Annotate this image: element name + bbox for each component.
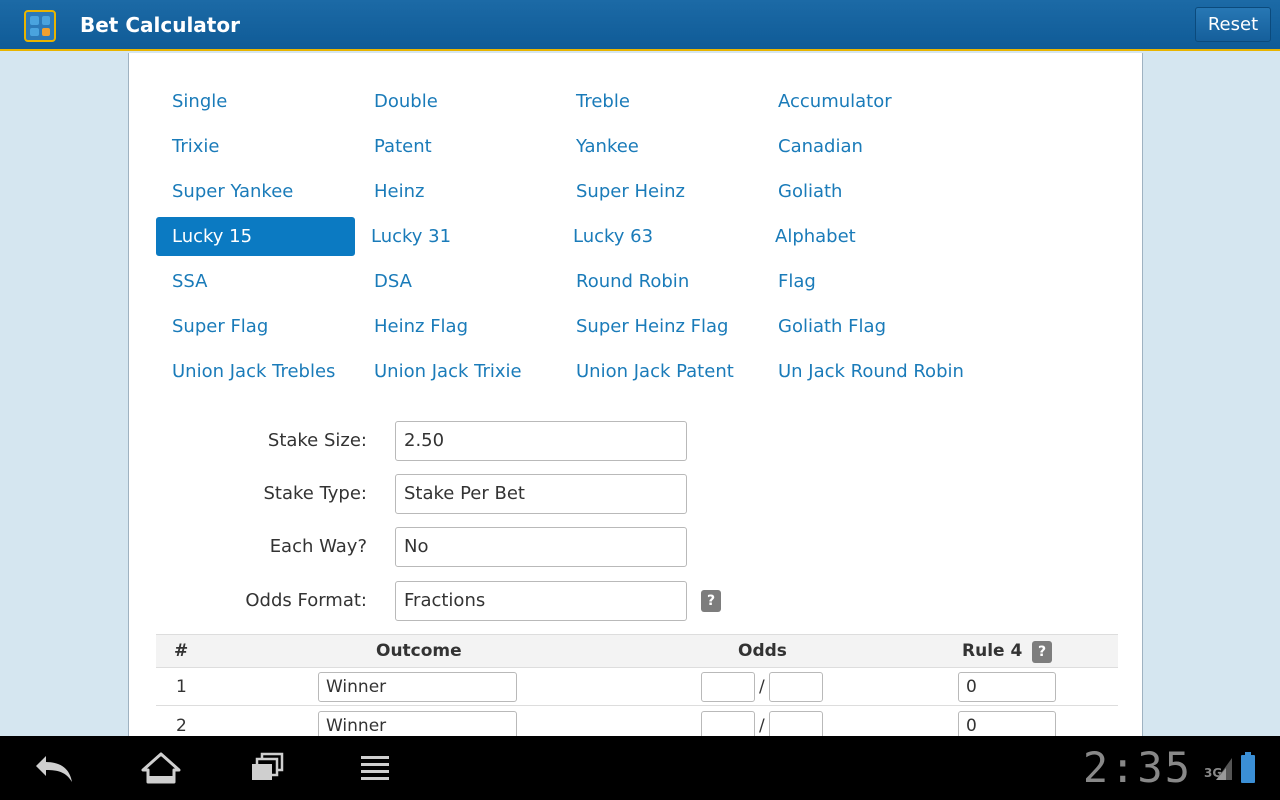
bet-type-option[interactable]: Union Jack Patent	[560, 352, 762, 391]
table-row: 2 Winner / 0	[156, 707, 1118, 736]
each-way-select[interactable]: No	[395, 527, 687, 567]
bet-type-option[interactable]: Round Robin	[560, 262, 762, 301]
odds-separator: /	[759, 716, 765, 736]
recent-apps-icon[interactable]	[246, 750, 290, 786]
bet-type-option[interactable]: Single	[156, 82, 358, 121]
odds-separator: /	[759, 677, 765, 697]
action-bar: Bet Calculator Reset	[0, 0, 1280, 51]
bet-type-option[interactable]: Flag	[762, 262, 964, 301]
signal-strength-icon	[1216, 758, 1232, 780]
bet-type-row: SSA DSA Round Robin Flag	[156, 262, 986, 307]
bet-type-option[interactable]: Heinz	[358, 172, 560, 211]
bet-type-option[interactable]: Alphabet	[759, 217, 961, 256]
system-navigation-bar: 2:35 3G	[0, 736, 1280, 800]
bet-type-option[interactable]: DSA	[358, 262, 560, 301]
rule4-help-icon[interactable]: ?	[1032, 641, 1052, 663]
bet-type-option[interactable]: Super Heinz	[560, 172, 762, 211]
stake-size-label: Stake Size:	[267, 430, 367, 451]
bet-type-row: Trixie Patent Yankee Canadian	[156, 127, 986, 172]
column-header-number: #	[174, 641, 189, 661]
odds-numerator-input[interactable]	[701, 672, 755, 702]
odds-format-row: Odds Format: Fractions ?	[129, 581, 829, 621]
bet-type-option[interactable]: Double	[358, 82, 560, 121]
column-header-outcome: Outcome	[376, 641, 462, 661]
bet-type-option[interactable]: Goliath	[762, 172, 964, 211]
bet-type-option[interactable]: Yankee	[560, 127, 762, 166]
bet-type-option[interactable]: Un Jack Round Robin	[762, 352, 964, 391]
each-way-row: Each Way? No	[129, 527, 829, 567]
reset-button[interactable]: Reset	[1195, 7, 1271, 42]
bet-type-option[interactable]: SSA	[156, 262, 358, 301]
column-header-rule4: Rule 4	[962, 641, 1023, 661]
odds-denominator-input[interactable]	[769, 711, 823, 736]
row-number: 2	[176, 716, 187, 736]
battery-icon	[1241, 752, 1255, 783]
stake-size-input[interactable]: 2.50	[395, 421, 687, 461]
calculator-app-icon[interactable]	[24, 10, 56, 42]
each-way-label: Each Way?	[269, 536, 367, 557]
odds-denominator-input[interactable]	[769, 672, 823, 702]
bet-type-option[interactable]: Canadian	[762, 127, 964, 166]
outcome-select[interactable]: Winner	[318, 711, 517, 736]
outcome-select[interactable]: Winner	[318, 672, 517, 702]
stake-type-select[interactable]: Stake Per Bet	[395, 474, 687, 514]
bet-type-option[interactable]: Super Heinz Flag	[560, 307, 762, 346]
odds-format-help-icon[interactable]: ?	[701, 590, 721, 612]
row-number: 1	[176, 677, 187, 697]
bet-type-option[interactable]: Lucky 15	[156, 217, 355, 256]
bet-type-grid: Single Double Treble Accumulator Trixie …	[156, 82, 986, 397]
back-icon[interactable]	[32, 750, 76, 786]
stake-type-label: Stake Type:	[263, 483, 368, 504]
table-row: 1 Winner / 0	[156, 668, 1118, 706]
bet-type-option[interactable]: Heinz Flag	[358, 307, 560, 346]
bet-type-row: Super Yankee Heinz Super Heinz Goliath	[156, 172, 986, 217]
bet-type-row: Lucky 15 Lucky 31 Lucky 63 Alphabet	[156, 217, 986, 262]
app-title: Bet Calculator	[80, 13, 240, 37]
odds-format-select[interactable]: Fractions	[395, 581, 687, 621]
bet-type-row: Super Flag Heinz Flag Super Heinz Flag G…	[156, 307, 986, 352]
bet-type-option[interactable]: Patent	[358, 127, 560, 166]
bet-type-row: Single Double Treble Accumulator	[156, 82, 986, 127]
rule4-input[interactable]: 0	[958, 711, 1056, 736]
column-header-odds: Odds	[738, 641, 787, 661]
bet-type-option[interactable]: Union Jack Trixie	[358, 352, 560, 391]
home-icon[interactable]	[139, 750, 183, 786]
bet-type-option[interactable]: Goliath Flag	[762, 307, 964, 346]
bet-type-option[interactable]: Lucky 63	[557, 217, 759, 256]
bet-type-option[interactable]: Accumulator	[762, 82, 964, 121]
rule4-input[interactable]: 0	[958, 672, 1056, 702]
bet-type-option[interactable]: Super Flag	[156, 307, 358, 346]
content-panel: Single Double Treble Accumulator Trixie …	[128, 53, 1143, 736]
menu-icon[interactable]	[353, 750, 397, 786]
odds-numerator-input[interactable]	[701, 711, 755, 736]
bet-type-option[interactable]: Lucky 31	[355, 217, 557, 256]
selections-table-header: # Outcome Odds Rule 4 ?	[156, 634, 1118, 668]
stake-size-row: Stake Size: 2.50	[129, 421, 829, 461]
bet-type-row: Union Jack Trebles Union Jack Trixie Uni…	[156, 352, 986, 397]
status-clock: 2:35	[1082, 743, 1192, 792]
bet-type-option[interactable]: Super Yankee	[156, 172, 358, 211]
bet-type-option[interactable]: Trixie	[156, 127, 358, 166]
odds-format-label: Odds Format:	[245, 590, 367, 611]
bet-type-option[interactable]: Union Jack Trebles	[156, 352, 358, 391]
stake-type-row: Stake Type: Stake Per Bet	[129, 474, 829, 514]
bet-type-option[interactable]: Treble	[560, 82, 762, 121]
